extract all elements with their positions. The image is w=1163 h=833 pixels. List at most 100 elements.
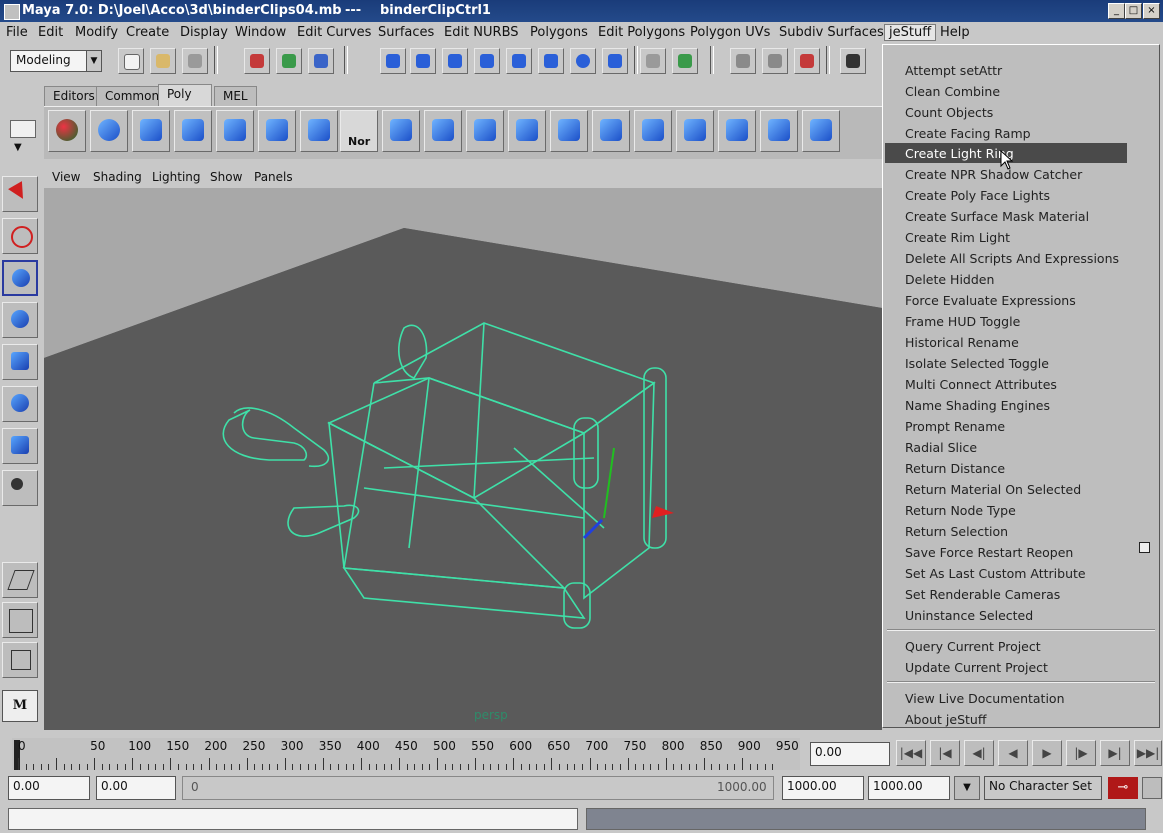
play-backwards-icon[interactable]: ◀: [998, 740, 1028, 766]
lock-icon[interactable]: [640, 48, 666, 74]
construction-history-icon[interactable]: [672, 48, 698, 74]
select-by-component-icon[interactable]: [308, 48, 334, 74]
persp-outliner-layout-icon[interactable]: [2, 642, 38, 678]
poly-cut-shelf-icon[interactable]: [718, 110, 756, 152]
show-manipulator-icon[interactable]: [2, 470, 38, 506]
play-forwards-icon[interactable]: ▶: [1032, 740, 1062, 766]
animation-preferences-icon[interactable]: [1142, 777, 1162, 799]
animation-start-field[interactable]: 0.00: [8, 776, 90, 800]
menu-create[interactable]: Create: [126, 25, 169, 40]
poly-box-shelf-icon[interactable]: [216, 110, 254, 152]
menu-edit-nurbs[interactable]: Edit NURBS: [444, 25, 519, 40]
menu-file[interactable]: File: [6, 25, 28, 40]
menu-item-create-rim-light[interactable]: Create Rim Light: [905, 230, 1010, 245]
menu-item-set-as-last-custom-attribute[interactable]: Set As Last Custom Attribute: [905, 566, 1086, 581]
poly-torus-shelf-icon[interactable]: [90, 110, 128, 152]
menu-edit-polygons[interactable]: Edit Polygons: [598, 25, 685, 40]
poly-bevel-shelf-icon[interactable]: [466, 110, 504, 152]
help-question-icon[interactable]: [602, 48, 628, 74]
menu-item-return-node-type[interactable]: Return Node Type: [905, 503, 1016, 518]
step-back-frame-icon[interactable]: |◀: [930, 740, 960, 766]
current-time-field[interactable]: 0.00: [810, 742, 890, 766]
scale-tool-icon[interactable]: [2, 344, 38, 380]
go-to-end-icon[interactable]: ▶▶|: [1134, 740, 1162, 766]
select-by-object-icon[interactable]: [276, 48, 302, 74]
maya-app-icon[interactable]: [4, 4, 20, 20]
render-icon[interactable]: [730, 48, 756, 74]
menu-item-uninstance-selected[interactable]: Uninstance Selected: [905, 608, 1033, 623]
animation-end-field[interactable]: 1000.00: [868, 776, 950, 800]
shelf-options-icon[interactable]: [10, 120, 36, 138]
menu-item-isolate-selected-toggle[interactable]: Isolate Selected Toggle: [905, 356, 1049, 371]
minimize-button[interactable]: _: [1108, 3, 1125, 19]
menu-item-delete-all-scripts[interactable]: Delete All Scripts And Expressions: [905, 251, 1119, 266]
snap-point-icon[interactable]: [442, 48, 468, 74]
menu-polygons[interactable]: Polygons: [530, 25, 588, 40]
soft-mod-tool-icon[interactable]: [2, 428, 38, 464]
menu-item-save-force-restart-reopen[interactable]: Save Force Restart Reopen: [905, 545, 1073, 560]
menu-item-attempt-setattr[interactable]: Attempt setAttr: [905, 63, 1002, 78]
close-button[interactable]: ×: [1143, 3, 1160, 19]
menu-item-clean-combine[interactable]: Clean Combine: [905, 84, 1000, 99]
poly-duplicate-shelf-icon[interactable]: [676, 110, 714, 152]
menu-item-create-facing-ramp[interactable]: Create Facing Ramp: [905, 126, 1031, 141]
input-ops-icon[interactable]: [538, 48, 564, 74]
poly-cube-shelf-icon[interactable]: [132, 110, 170, 152]
open-scene-icon[interactable]: [150, 48, 176, 74]
character-set-dropdown-icon[interactable]: ▼: [954, 776, 980, 800]
go-to-start-icon[interactable]: |◀◀: [896, 740, 926, 766]
menu-item-multi-connect-attributes[interactable]: Multi Connect Attributes: [905, 377, 1057, 392]
menu-item-view-live-documentation[interactable]: View Live Documentation: [905, 691, 1065, 706]
menu-item-name-shading-engines[interactable]: Name Shading Engines: [905, 398, 1050, 413]
save-scene-icon[interactable]: [182, 48, 208, 74]
normals-shelf-button[interactable]: Nor: [340, 110, 378, 152]
panel-menu-lighting[interactable]: Lighting: [152, 170, 201, 184]
menu-jestuff[interactable]: jeStuff: [884, 24, 937, 41]
menu-surfaces[interactable]: Surfaces: [378, 25, 434, 40]
menu-item-query-current-project[interactable]: Query Current Project: [905, 639, 1041, 654]
maximize-button[interactable]: □: [1125, 3, 1142, 19]
menu-item-return-selection[interactable]: Return Selection: [905, 524, 1008, 539]
character-set-field[interactable]: No Character Set: [984, 776, 1102, 800]
menu-window[interactable]: Window: [235, 25, 286, 40]
menu-set-selector[interactable]: Modeling: [10, 50, 90, 72]
poly-smooth-shelf-icon[interactable]: [508, 110, 546, 152]
tab-editors[interactable]: Editors: [44, 86, 104, 106]
single-perspective-layout-icon[interactable]: [2, 562, 38, 598]
panel-menu-panels[interactable]: Panels: [254, 170, 293, 184]
tab-poly[interactable]: Poly: [158, 84, 212, 106]
menu-polygon-uvs[interactable]: Polygon UVs: [690, 25, 770, 40]
panel-menu-shading[interactable]: Shading: [93, 170, 142, 184]
panel-menu-view[interactable]: View: [52, 170, 80, 184]
menu-edit[interactable]: Edit: [38, 25, 63, 40]
perspective-viewport[interactable]: [44, 188, 882, 730]
poly-wedge-shelf-icon[interactable]: [634, 110, 672, 152]
poly-move-uv-shelf-icon[interactable]: [802, 110, 840, 152]
menu-item-force-evaluate[interactable]: Force Evaluate Expressions: [905, 293, 1076, 308]
playback-start-field[interactable]: 0.00: [96, 776, 176, 800]
make-live-icon[interactable]: [506, 48, 532, 74]
command-line-input[interactable]: [8, 808, 578, 830]
poly-extrude-shelf-icon[interactable]: [424, 110, 462, 152]
menu-item-radial-slice[interactable]: Radial Slice: [905, 440, 977, 455]
menu-item-set-renderable-cameras[interactable]: Set Renderable Cameras: [905, 587, 1060, 602]
option-box-icon[interactable]: [1139, 542, 1150, 553]
lasso-tool-icon[interactable]: [2, 218, 38, 254]
menu-item-update-current-project[interactable]: Update Current Project: [905, 660, 1048, 675]
select-tool-icon[interactable]: [2, 176, 38, 212]
poly-sphere-shelf-icon[interactable]: [48, 110, 86, 152]
output-ops-icon[interactable]: [570, 48, 596, 74]
menu-item-create-poly-face-lights[interactable]: Create Poly Face Lights: [905, 188, 1050, 203]
new-scene-icon[interactable]: [118, 48, 144, 74]
poly-merge-shelf-icon[interactable]: [382, 110, 420, 152]
snap-curve-icon[interactable]: [410, 48, 436, 74]
tab-mel[interactable]: MEL: [214, 86, 257, 106]
menu-item-return-material-on-selected[interactable]: Return Material On Selected: [905, 482, 1081, 497]
playback-end-field[interactable]: 1000.00: [782, 776, 864, 800]
menu-item-create-surface-mask-material[interactable]: Create Surface Mask Material: [905, 209, 1089, 224]
rotate-tool-icon[interactable]: [2, 302, 38, 338]
menu-item-frame-hud-toggle[interactable]: Frame HUD Toggle: [905, 314, 1020, 329]
poly-append-shelf-icon[interactable]: [550, 110, 588, 152]
four-view-layout-icon[interactable]: [2, 602, 38, 638]
select-by-hierarchy-icon[interactable]: [244, 48, 270, 74]
